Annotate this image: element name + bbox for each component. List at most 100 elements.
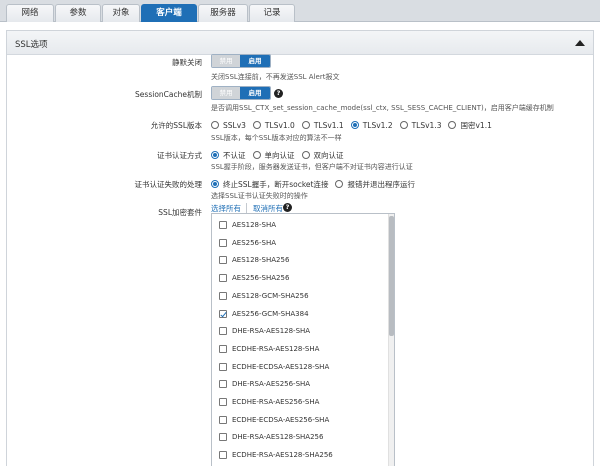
cipher-name: AES256-SHA: [232, 238, 277, 247]
cipher-list-item[interactable]: AES256-SHA: [212, 234, 388, 252]
radio-tlsv11[interactable]: TLSv1.1: [301, 121, 344, 130]
panel-header[interactable]: SSL选项: [7, 31, 593, 55]
session-cache-label: SessionCache机制: [135, 90, 202, 99]
cipher-name: DHE-RSA-AES128-SHA: [232, 327, 311, 336]
cert-auth-radio-group: 不认证 单向认证 双向认证: [211, 149, 351, 161]
checkbox[interactable]: [219, 238, 227, 247]
cipher-list-item[interactable]: DHE-RSA-AES256-SHA: [212, 375, 388, 393]
radio-button-selected[interactable]: [350, 121, 359, 129]
cert-fail-label: 证书认证失败的处理: [134, 180, 203, 189]
cipher-name: ECDHE-ECDSA-AES256-SHA: [232, 415, 330, 424]
checkbox[interactable]: [219, 398, 227, 406]
cipher-list-item[interactable]: AES256-SHA256: [212, 269, 388, 287]
radio-button-selected[interactable]: [211, 151, 219, 159]
cipher-name: DHE-RSA-AES128-SHA256: [232, 433, 324, 442]
cert-auth-help: SSL握手阶段，服务器发送证书，但客户端不对证书内容进行认证: [211, 163, 413, 171]
cert-fail-help: 选择SSL证书认证失败时的操作: [211, 192, 308, 200]
panel-title: SSL选项: [15, 40, 48, 50]
cipher-list-item[interactable]: ECDHE-ECDSA-AES256-SHA: [212, 411, 388, 429]
tab-network[interactable]: 网络: [6, 4, 54, 22]
tab-client[interactable]: 客户端: [141, 4, 197, 22]
radio-button[interactable]: [301, 151, 310, 159]
ssl-version-label: 允许的SSL版本: [150, 121, 202, 130]
checkbox[interactable]: [219, 380, 227, 389]
radio-button[interactable]: [252, 151, 261, 159]
radio-error-exit[interactable]: 报错并退出程序运行: [335, 179, 415, 190]
checkbox[interactable]: [219, 256, 227, 265]
cipher-list-item[interactable]: DHE-RSA-AES128-SHA: [212, 322, 388, 340]
switch-off-option[interactable]: 禁用: [212, 55, 240, 67]
cert-auth-label: 证书认证方式: [157, 151, 202, 160]
switch-on-option[interactable]: 启用: [240, 55, 270, 67]
checkbox[interactable]: [219, 221, 227, 229]
tab-objects[interactable]: 对象: [102, 4, 140, 22]
tab-log[interactable]: 记录: [249, 4, 295, 22]
radio-tlsv13[interactable]: TLSv1.3: [399, 121, 441, 130]
checkbox[interactable]: [219, 451, 227, 460]
list-scrollbar[interactable]: [388, 214, 394, 466]
cipher-list-item[interactable]: DHE-RSA-AES128-SHA256: [212, 428, 388, 446]
static-close-label: 静默关闭: [172, 58, 202, 67]
checkbox[interactable]: [219, 344, 227, 353]
checkbox[interactable]: [219, 415, 227, 424]
cipher-name: AES256-SHA256: [232, 274, 290, 283]
cipher-name: ECDHE-ECDSA-AES128-SHA: [232, 362, 330, 371]
cipher-suite-list[interactable]: AES128-SHA AES256-SHA AES128-SHA256 AES256-…: [211, 213, 395, 466]
cert-fail-radio-group: 终止SSL握手，断开socket连接 报错并退出程序运行: [211, 178, 422, 190]
radio-button[interactable]: [252, 121, 261, 129]
radio-tlsv10[interactable]: TLSv1.0: [252, 121, 295, 130]
tab-bar: 网络 参数 对象 客户端 服务器 记录: [0, 0, 600, 22]
checkbox[interactable]: [219, 362, 227, 371]
session-cache-switch[interactable]: 禁用 启用: [211, 86, 271, 100]
radio-no-auth[interactable]: 不认证: [211, 150, 246, 161]
cipher-list-item[interactable]: ECDHE-RSA-AES256-SHA: [212, 393, 388, 411]
radio-tlsv12[interactable]: TLSv1.2: [350, 121, 393, 130]
cipher-list-item[interactable]: ECDHE-RSA-AES128-SHA256: [212, 446, 388, 464]
radio-sslv3[interactable]: SSLv3: [211, 121, 246, 130]
radio-abort-handshake[interactable]: 终止SSL握手，断开socket连接: [211, 179, 328, 190]
cipher-suite-label: SSL加密套件: [158, 208, 202, 217]
switch-on-option[interactable]: 启用: [240, 87, 270, 99]
tab-params[interactable]: 参数: [55, 4, 101, 22]
session-cache-help: 是否调用SSL_CTX_set_session_cache_mode(ssl_c…: [211, 104, 554, 112]
radio-button[interactable]: [448, 121, 457, 129]
radio-gm-v11[interactable]: 国密v1.1: [448, 120, 492, 131]
cipher-name: DHE-RSA-AES256-SHA: [232, 380, 311, 389]
radio-one-way-auth[interactable]: 单向认证: [252, 150, 295, 161]
checkbox[interactable]: [219, 291, 227, 300]
radio-button-selected[interactable]: [211, 180, 219, 188]
cipher-name: AES128-SHA256: [232, 256, 290, 265]
scrollbar-thumb[interactable]: [389, 216, 394, 336]
radio-button[interactable]: [399, 121, 408, 129]
static-close-switch[interactable]: 禁用 启用: [211, 54, 271, 68]
cipher-name: ECDHE-RSA-AES256-SHA: [232, 398, 320, 406]
ssl-version-radio-group: SSLv3 TLSv1.0 TLSv1.1 TLSv1.2 TLSv1.3 国密…: [211, 119, 499, 131]
cipher-list-item[interactable]: AES128-GCM-SHA256: [212, 287, 388, 305]
cipher-list-item[interactable]: ECDHE-RSA-AES128-SHA: [212, 340, 388, 358]
radio-button[interactable]: [335, 180, 344, 188]
ssl-version-help: SSL版本，每个SSL版本对应的算法不一样: [211, 134, 342, 142]
checkbox[interactable]: [219, 327, 227, 336]
checkbox[interactable]: [219, 433, 227, 442]
link-divider: [246, 203, 247, 213]
cipher-name: ECDHE-RSA-AES128-SHA256: [232, 451, 333, 460]
radio-two-way-auth[interactable]: 双向认证: [301, 150, 344, 161]
tab-server[interactable]: 服务器: [198, 4, 248, 22]
cipher-list-item[interactable]: ECDHE-ECDSA-AES128-SHA: [212, 358, 388, 376]
cipher-name: AES128-GCM-SHA256: [232, 291, 309, 300]
checkbox[interactable]: [219, 274, 227, 283]
cipher-name: ECDHE-RSA-AES128-SHA: [232, 344, 320, 353]
cipher-list-item[interactable]: AES128-SHA256: [212, 251, 388, 269]
cipher-list-item[interactable]: AES256-GCM-SHA384: [212, 305, 388, 323]
cipher-list-item[interactable]: AES128-SHA: [212, 216, 388, 234]
static-close-help: 关闭SSL连接前，不再发送SSL Alert报文: [211, 73, 340, 81]
cipher-name: AES128-SHA: [232, 221, 277, 229]
help-question-icon[interactable]: ?: [274, 89, 283, 98]
radio-button[interactable]: [301, 121, 310, 129]
collapse-triangle-icon[interactable]: [575, 40, 585, 46]
cipher-name: AES256-GCM-SHA384: [232, 309, 309, 318]
checkbox-checked[interactable]: [219, 309, 227, 318]
radio-button[interactable]: [211, 121, 219, 129]
switch-off-option[interactable]: 禁用: [212, 87, 240, 99]
help-question-icon[interactable]: ?: [283, 203, 292, 212]
